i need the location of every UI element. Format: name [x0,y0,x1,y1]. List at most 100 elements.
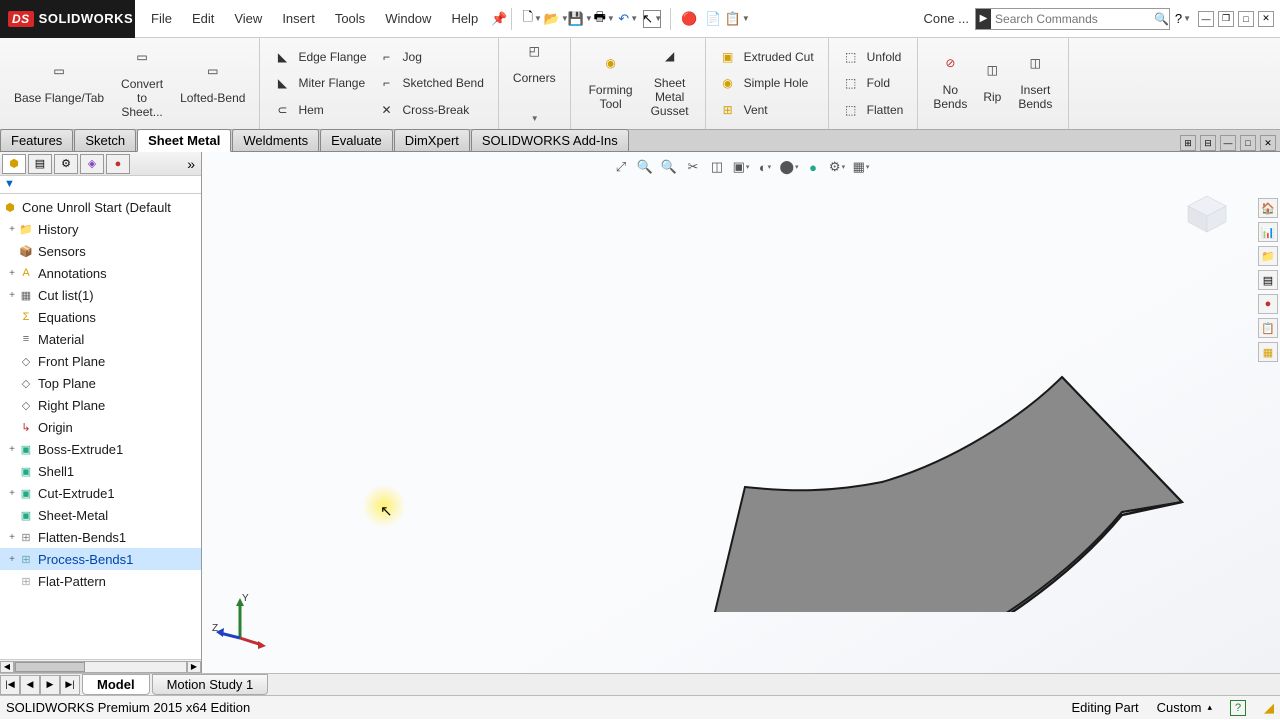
tab-weldments[interactable]: Weldments [232,129,319,151]
tree-item[interactable]: +▣Boss-Extrude1 [0,438,201,460]
zoom-previous-icon[interactable]: 🔍 [660,158,678,176]
tree-item[interactable]: ΣEquations [0,306,201,328]
feature-tree-body[interactable]: ⬢ Cone Unroll Start (Default +📁History📦S… [0,194,201,659]
ft-tab-config-icon[interactable]: ⚙ [54,154,78,174]
vent-button[interactable]: ⊞Vent [714,97,820,123]
status-flag-icon[interactable]: ◢ [1264,700,1274,716]
tree-toggle-icon[interactable]: + [6,290,18,301]
menu-window[interactable]: Window [377,7,439,30]
tree-item[interactable]: ◇Right Plane [0,394,201,416]
forming-tool-button[interactable]: ◉ Forming Tool [579,42,643,126]
tree-item[interactable]: ↳Origin [0,416,201,438]
doc-restore-button[interactable]: □ [1240,135,1256,151]
sketched-bend-button[interactable]: ⌐Sketched Bend [373,70,490,96]
tree-root[interactable]: ⬢ Cone Unroll Start (Default [0,196,201,218]
ft-tab-dimxpert-icon[interactable]: ◈ [80,154,104,174]
tab-prev-icon[interactable]: ◀ [20,675,40,695]
unfold-button[interactable]: ⬚Unfold [837,44,910,70]
properties-icon[interactable]: 📋▼ [728,10,746,28]
tab-features[interactable]: Features [0,129,73,151]
pane-split-icon[interactable]: ⊟ [1200,135,1216,151]
rip-button[interactable]: ◫ Rip [974,42,1010,126]
render-icon[interactable]: ▦ [852,158,870,176]
tree-toggle-icon[interactable]: + [6,554,18,565]
tree-item[interactable]: ▣Sheet-Metal [0,504,201,526]
close-button[interactable]: ✕ [1258,11,1274,27]
ft-tab-feature-icon[interactable]: ⬢ [2,154,26,174]
edge-flange-button[interactable]: ◣Edge Flange [268,44,372,70]
simple-hole-button[interactable]: ◉Simple Hole [714,70,820,96]
ft-horizontal-scrollbar[interactable]: ◀ ▶ [0,659,201,673]
tab-sheet-metal[interactable]: Sheet Metal [137,129,231,152]
graphics-viewport[interactable]: ⤢ 🔍 🔍 ✂ ◫ ▣ ◐ ⬤ ● ⚙ ▦ 🏠 📊 📁 ▤ ● 📋 ▦ [202,152,1280,673]
search-run-icon[interactable]: ▶ [976,9,991,29]
hem-button[interactable]: ⊂Hem [268,97,372,123]
menu-tools[interactable]: Tools [327,7,373,30]
hide-show-icon[interactable]: ◐ [756,158,774,176]
restore-button[interactable]: ❐ [1218,11,1234,27]
tab-motion-study[interactable]: Motion Study 1 [152,674,269,695]
ft-tab-property-icon[interactable]: ▤ [28,154,52,174]
menu-view[interactable]: View [226,7,270,30]
tab-first-icon[interactable]: |◀ [0,675,20,695]
extruded-cut-button[interactable]: ▣Extruded Cut [714,44,820,70]
miter-flange-button[interactable]: ◣Miter Flange [268,70,372,96]
new-icon[interactable]: 🗋▼ [523,10,541,28]
edit-appearance-icon[interactable]: ⬤ [780,158,798,176]
rebuild-icon[interactable]: 🔴 [680,10,698,28]
zoom-area-icon[interactable]: 🔍 [636,158,654,176]
cross-break-button[interactable]: ✕Cross-Break [373,97,490,123]
menu-file[interactable]: File [143,7,180,30]
tree-item[interactable]: ▣Shell1 [0,460,201,482]
apply-scene-icon[interactable]: ● [804,158,822,176]
tree-item[interactable]: +AAnnotations [0,262,201,284]
minimize-button[interactable]: — [1198,11,1214,27]
view-settings-icon[interactable]: ⚙ [828,158,846,176]
ft-tab-display-icon[interactable]: ● [106,154,130,174]
menu-insert[interactable]: Insert [274,7,323,30]
tree-toggle-icon[interactable]: + [6,224,18,235]
ft-filter-icon[interactable]: ▼ [0,176,201,194]
help-icon[interactable]: ?▼ [1174,10,1192,28]
view-orientation-icon[interactable]: ◫ [708,158,726,176]
tree-toggle-icon[interactable]: + [6,268,18,279]
doc-close-button[interactable]: ✕ [1260,135,1276,151]
tree-toggle-icon[interactable]: + [6,444,18,455]
search-commands[interactable]: ▶ 🔍 [975,8,1170,30]
options-icon[interactable]: 📄 [704,10,722,28]
view-orientation-cube[interactable] [1184,194,1230,234]
zoom-fit-icon[interactable]: ⤢ [612,158,630,176]
select-icon[interactable]: ↖▼ [643,10,661,28]
jog-button[interactable]: ⌐Jog [373,44,490,70]
open-icon[interactable]: 📂▼ [547,10,565,28]
pane-tile-icon[interactable]: ⊞ [1180,135,1196,151]
tab-last-icon[interactable]: ▶| [60,675,80,695]
menu-edit[interactable]: Edit [184,7,222,30]
doc-minimize-button[interactable]: — [1220,135,1236,151]
fold-button[interactable]: ⬚Fold [837,70,910,96]
status-unit-system[interactable]: Custom [1157,700,1202,715]
tab-sketch[interactable]: Sketch [74,129,136,151]
pushpin-icon[interactable]: 📌 [490,10,508,28]
corners-button[interactable]: ◰ Corners ▼ [507,42,562,125]
scroll-right-icon[interactable]: ▶ [187,661,201,673]
search-icon[interactable]: 🔍 [1154,12,1169,26]
menu-help[interactable]: Help [443,7,486,30]
tab-next-icon[interactable]: ▶ [40,675,60,695]
display-style-icon[interactable]: ▣ [732,158,750,176]
no-bends-button[interactable]: ⊘ No Bends [926,42,974,126]
tree-item[interactable]: +⊞Process-Bends1 [0,548,201,570]
flatten-button[interactable]: ⬚Flatten [837,97,910,123]
save-icon[interactable]: 💾▼ [571,10,589,28]
base-flange-button[interactable]: ▭ Base Flange/Tab [8,42,110,126]
scroll-left-icon[interactable]: ◀ [0,661,14,673]
tab-addins[interactable]: SOLIDWORKS Add-Ins [471,129,629,151]
lofted-bend-button[interactable]: ▭ Lofted-Bend [174,42,251,126]
tree-toggle-icon[interactable]: + [6,488,18,499]
tab-dimxpert[interactable]: DimXpert [394,129,470,151]
tree-item[interactable]: +▣Cut-Extrude1 [0,482,201,504]
status-help-icon[interactable]: ? [1230,700,1246,716]
tab-model[interactable]: Model [82,674,150,695]
tree-item[interactable]: ⊞Flat-Pattern [0,570,201,592]
tab-evaluate[interactable]: Evaluate [320,129,393,151]
